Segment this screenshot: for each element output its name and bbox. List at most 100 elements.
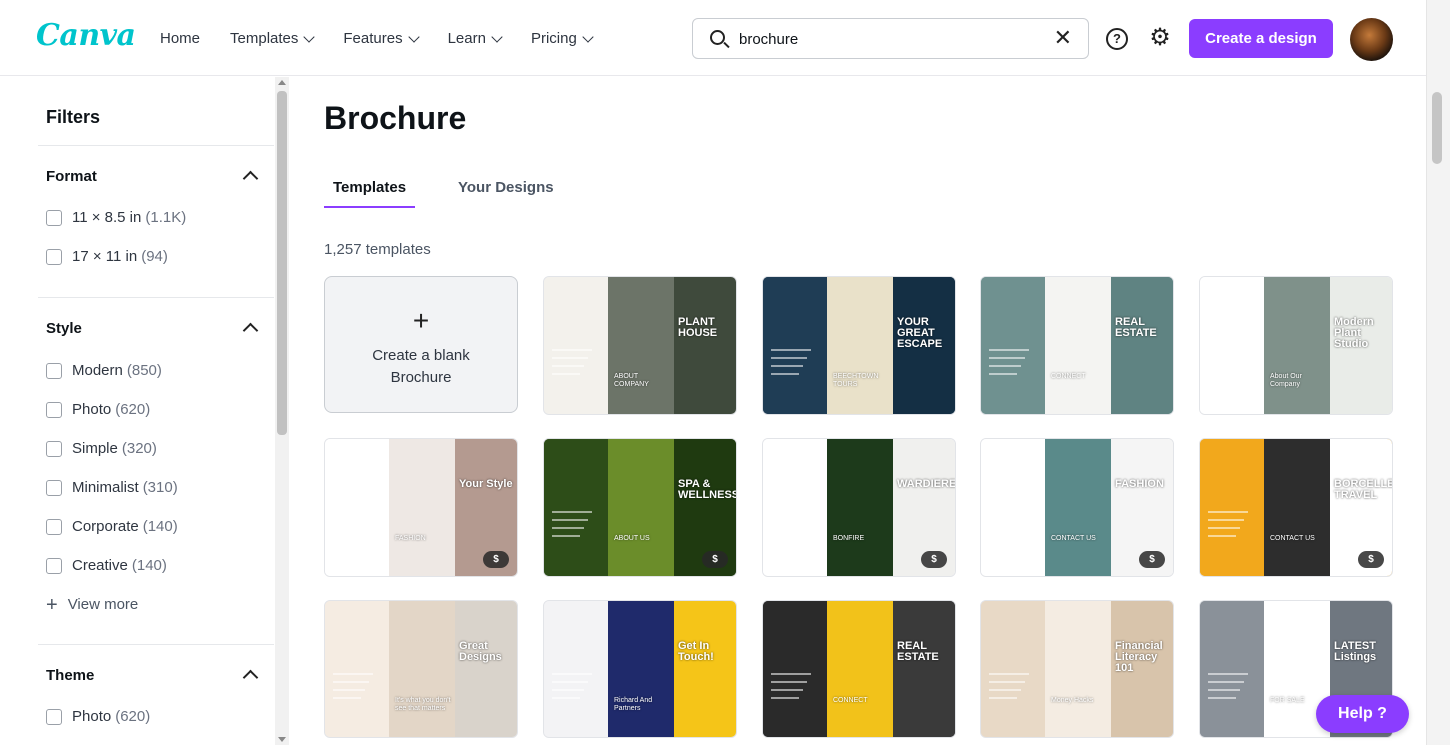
create-blank-card[interactable]: + Create a blank Brochure bbox=[324, 276, 518, 413]
option-count: (140) bbox=[131, 557, 167, 574]
decorative-line bbox=[1208, 373, 1236, 375]
checkbox[interactable] bbox=[46, 557, 62, 574]
decorative-line bbox=[989, 365, 1021, 367]
template-card-borcelle-travel[interactable]: CONTACT US BORCELLE TRAVEL $ bbox=[1199, 438, 1393, 577]
gear-icon[interactable]: ⚙ bbox=[1148, 26, 1172, 50]
brochure-panel bbox=[827, 277, 893, 414]
decorative-line bbox=[771, 519, 807, 521]
checkbox[interactable] bbox=[46, 248, 62, 265]
brochure-panel bbox=[608, 277, 674, 414]
help-button[interactable]: Help ? bbox=[1316, 695, 1409, 733]
filter-option[interactable]: Simple (320) bbox=[46, 440, 157, 457]
filter-option[interactable]: Minimalist (310) bbox=[46, 479, 178, 496]
nav-pricing[interactable]: Pricing bbox=[531, 30, 594, 47]
nav-features[interactable]: Features bbox=[343, 30, 420, 47]
chevron-up-icon[interactable] bbox=[242, 170, 259, 187]
brochure-panel bbox=[763, 277, 827, 414]
chevron-up-icon[interactable] bbox=[242, 322, 259, 339]
template-card-your-great-escape[interactable]: BEECHTOWN TOURS YOUR GREAT ESCAPE bbox=[762, 276, 956, 415]
checkbox[interactable] bbox=[46, 209, 62, 226]
template-headline: Get In Touch! bbox=[678, 640, 714, 663]
template-headline: Modern Plant Studio bbox=[1334, 316, 1374, 350]
filter-option[interactable]: Modern (850) bbox=[46, 362, 162, 379]
page-title: Brochure bbox=[324, 100, 467, 136]
filter-option[interactable]: 17 × 11 in (94) bbox=[46, 248, 168, 265]
filter-option[interactable]: Creative (140) bbox=[46, 557, 167, 574]
filters-sidebar: Filters Format 11 × 8.5 in (1.1K) 17 × 11… bbox=[0, 77, 276, 745]
checkbox[interactable] bbox=[46, 708, 62, 725]
sidebar-scrollbar-thumb[interactable] bbox=[277, 91, 287, 435]
decorative-line bbox=[552, 689, 584, 691]
decorative-line bbox=[333, 673, 373, 675]
checkbox[interactable] bbox=[46, 479, 62, 496]
filter-option[interactable]: 11 × 8.5 in (1.1K) bbox=[46, 209, 186, 226]
scroll-up-arrow-icon[interactable] bbox=[278, 80, 286, 85]
template-subtitle: About Our Company bbox=[1270, 373, 1302, 388]
brochure-panel bbox=[827, 601, 893, 737]
page-scrollbar-thumb[interactable] bbox=[1432, 92, 1442, 164]
chevron-up-icon[interactable] bbox=[242, 669, 259, 686]
help-icon[interactable]: ? bbox=[1106, 28, 1128, 50]
template-subtitle: BONFIRE bbox=[833, 535, 865, 542]
template-card-plant-house[interactable]: ABOUT COMPANY PLANT HOUSE bbox=[543, 276, 737, 415]
avatar[interactable] bbox=[1350, 18, 1393, 61]
decorative-line bbox=[771, 697, 799, 699]
sidebar-scrollbar[interactable] bbox=[275, 77, 289, 745]
template-subtitle: FASHION bbox=[395, 535, 426, 542]
create-design-button[interactable]: Create a design bbox=[1189, 19, 1333, 58]
decorative-line bbox=[771, 527, 803, 529]
template-card-richard-partners[interactable]: Richard And Partners Get In Touch! bbox=[543, 600, 737, 738]
template-card-real-estate-connect[interactable]: CONNECT REAL ESTATE bbox=[980, 276, 1174, 415]
nav-templates[interactable]: Templates bbox=[230, 30, 316, 47]
template-card-plant-studio[interactable]: About Our Company Modern Plant Studio bbox=[1199, 276, 1393, 415]
option-count: (1.1K) bbox=[145, 209, 187, 226]
decorative-line bbox=[771, 349, 811, 351]
template-card-real-estate-dark[interactable]: CONNECT REAL ESTATE bbox=[762, 600, 956, 738]
template-card-financial-literacy[interactable]: Money Hacks Financial Literacy 101 bbox=[980, 600, 1174, 738]
option-count: (620) bbox=[115, 401, 151, 418]
template-subtitle: CONNECT bbox=[1051, 373, 1086, 380]
nav-home[interactable]: Home bbox=[160, 30, 200, 47]
section-format-title[interactable]: Format bbox=[46, 168, 97, 185]
plus-icon: + bbox=[46, 593, 58, 616]
section-style-title[interactable]: Style bbox=[46, 320, 82, 337]
brochure-panel bbox=[1200, 277, 1264, 414]
brochure-panel bbox=[1200, 601, 1264, 737]
section-theme-title[interactable]: Theme bbox=[46, 667, 94, 684]
tab-templates[interactable]: Templates bbox=[333, 179, 406, 196]
paid-badge-icon: $ bbox=[921, 551, 947, 568]
brochure-panel bbox=[827, 439, 893, 576]
template-card-fashion-minimalist[interactable]: CONTACT US FASHION $ bbox=[980, 438, 1174, 577]
close-icon[interactable]: ✕ bbox=[1054, 27, 1072, 49]
checkbox[interactable] bbox=[46, 401, 62, 418]
filter-option[interactable]: Corporate (140) bbox=[46, 518, 178, 535]
option-count: (850) bbox=[126, 362, 162, 379]
template-card-spa-wellness[interactable]: ABOUT US SPA & WELLNESS $ bbox=[543, 438, 737, 577]
template-headline: WARDIERE bbox=[897, 478, 956, 490]
canva-logo[interactable]: Canva bbox=[36, 18, 136, 53]
checkbox[interactable] bbox=[46, 518, 62, 535]
filter-option[interactable]: Photo (620) bbox=[46, 708, 150, 725]
checkbox[interactable] bbox=[46, 440, 62, 457]
template-card-great-designs[interactable]: It's what you don't see that matters Grea… bbox=[324, 600, 518, 738]
template-card-wardiere-bonfire[interactable]: BONFIRE WARDIERE $ bbox=[762, 438, 956, 577]
option-label: Photo bbox=[72, 401, 112, 418]
chevron-down-icon bbox=[491, 30, 503, 43]
filters-title: Filters bbox=[46, 107, 101, 127]
filter-option[interactable]: Photo (620) bbox=[46, 401, 150, 418]
search-input[interactable] bbox=[739, 28, 1039, 50]
page-scrollbar[interactable] bbox=[1426, 0, 1450, 745]
view-more-link[interactable]: + View more bbox=[46, 593, 138, 616]
template-headline: YOUR GREAT ESCAPE bbox=[897, 316, 943, 350]
template-card-fashion-your-style[interactable]: FASHION Your Style $ bbox=[324, 438, 518, 577]
paid-badge-icon: $ bbox=[702, 551, 728, 568]
scroll-down-arrow-icon[interactable] bbox=[278, 737, 286, 742]
checkbox[interactable] bbox=[46, 362, 62, 379]
decorative-line bbox=[771, 373, 799, 375]
brochure-panel bbox=[389, 601, 455, 737]
nav-learn[interactable]: Learn bbox=[448, 30, 503, 47]
brochure-panel bbox=[389, 439, 455, 576]
brochure-panel bbox=[763, 439, 827, 576]
tab-your-designs[interactable]: Your Designs bbox=[458, 179, 554, 196]
brochure-panel bbox=[325, 439, 389, 576]
